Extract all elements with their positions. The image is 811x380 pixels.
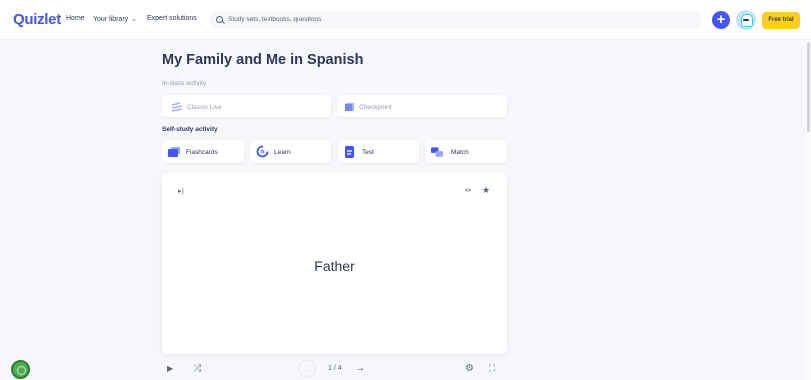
- search-input[interactable]: Study sets, textbooks, questions: [209, 11, 701, 29]
- scrollbar-thumb[interactable]: [807, 42, 810, 132]
- quizlet-logo[interactable]: Quizlet: [13, 11, 61, 28]
- shuffle-icon[interactable]: ⤮: [194, 363, 201, 374]
- checkpoint-button[interactable]: Checkpoint: [338, 95, 507, 117]
- in-class-activity-heading: In-class activity: [162, 80, 207, 87]
- classic-live-icon: [171, 102, 183, 112]
- learn-label: Learn: [274, 149, 291, 156]
- page-scrollbar[interactable]: [806, 40, 811, 380]
- nav-home-link[interactable]: Home: [66, 15, 85, 22]
- classic-live-label: Classic Live: [187, 104, 222, 111]
- nav-your-library-label: Your library: [93, 16, 129, 23]
- sound-icon[interactable]: ▸): [178, 187, 184, 195]
- edit-pencil-icon[interactable]: ✏: [465, 186, 472, 195]
- checkpoint-icon: [345, 103, 354, 111]
- checkpoint-label: Checkpoint: [359, 104, 392, 111]
- star-icon[interactable]: ★: [482, 185, 490, 196]
- fullscreen-icon[interactable]: ⛶: [489, 363, 495, 374]
- flashcards-icon: [168, 147, 180, 157]
- flashcard-term: Father: [314, 258, 355, 274]
- chevron-down-icon: ⌄: [131, 16, 138, 23]
- flashcard-controls: ▶ ⤮ ← 1 / 4 → ⚙ ⛶: [162, 360, 507, 380]
- settings-gear-icon[interactable]: ⚙: [465, 363, 474, 374]
- test-icon: [345, 146, 354, 158]
- create-plus-button[interactable]: +: [712, 11, 730, 29]
- nav-your-library-dropdown[interactable]: Your library ⌄: [93, 15, 137, 23]
- flashcards-button[interactable]: Flashcards: [162, 140, 244, 163]
- test-label: Test: [362, 149, 374, 156]
- search-placeholder: Study sets, textbooks, questions: [228, 16, 322, 23]
- page-title: My Family and Me in Spanish: [162, 52, 364, 68]
- flashcards-label: Flashcards: [186, 149, 218, 156]
- top-navigation-bar: Quizlet Home Your library ⌄ Expert soluti…: [0, 0, 811, 40]
- nav-expert-solutions-link[interactable]: Expert solutions: [147, 15, 197, 22]
- previous-card-button[interactable]: ←: [298, 360, 316, 378]
- learn-icon: [256, 145, 269, 158]
- test-button[interactable]: Test: [338, 140, 419, 163]
- play-icon[interactable]: ▶: [167, 364, 173, 373]
- card-counter: 1 / 4: [328, 365, 342, 372]
- learn-button[interactable]: Learn: [250, 140, 331, 163]
- match-label: Match: [451, 149, 469, 156]
- match-icon: [431, 147, 443, 157]
- next-card-button[interactable]: →: [351, 360, 369, 378]
- user-avatar[interactable]: [736, 10, 756, 30]
- help-chat-button[interactable]: [11, 360, 30, 379]
- match-button[interactable]: Match: [425, 140, 507, 163]
- classic-live-button[interactable]: Classic Live: [162, 95, 331, 117]
- free-trial-button[interactable]: Free trial: [762, 12, 800, 29]
- search-icon: [216, 16, 223, 23]
- flashcard[interactable]: ▸) ✏ ★ Father: [162, 173, 507, 354]
- self-study-activity-heading: Self-study activity: [162, 126, 218, 133]
